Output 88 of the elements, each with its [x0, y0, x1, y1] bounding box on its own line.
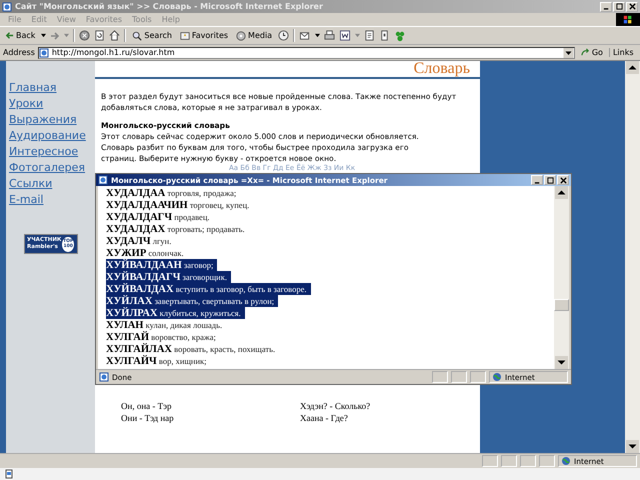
close-button[interactable] [557, 175, 569, 185]
status-pane [520, 455, 536, 467]
search-icon [132, 30, 142, 40]
dictionary-entry: ХУЙВАЛДАХ вступить в заговор, быть в заговоре. [106, 283, 311, 295]
menu-item[interactable]: Help [156, 15, 185, 24]
favorites-button[interactable]: Favorites [178, 30, 230, 40]
phrase: Хэдэн? - Сколько? [300, 400, 370, 412]
sidebar-link[interactable]: Ссылки [9, 177, 95, 191]
menu-item[interactable]: Edit [26, 15, 52, 24]
page-icon [38, 48, 49, 58]
sidebar-link[interactable]: Аудирование [9, 129, 95, 143]
globe-icon [492, 372, 502, 382]
maximize-icon [616, 3, 622, 10]
disc-icon [236, 30, 246, 40]
scroll-down-icon[interactable] [625, 440, 640, 453]
dictionary-entry: ХУЙВАЛДАГЧ заговорщик. [106, 271, 231, 283]
window-title: Сайт "Монгольский язык" >> Словарь - Microsoft Internet Explorer [15, 2, 324, 11]
mail-icon[interactable] [299, 30, 312, 41]
go-arrow-icon [580, 48, 590, 57]
address-field[interactable]: http://mongol.h1.ru/slovar.htm [38, 46, 575, 58]
address-text: http://mongol.h1.ru/slovar.htm [52, 48, 176, 57]
print-icon[interactable] [324, 30, 336, 41]
edit-icon[interactable] [339, 30, 352, 41]
dictionary-entry: ХУДАЛДАГЧ продавец. [106, 211, 210, 223]
sidebar-link[interactable]: Главная [9, 81, 95, 95]
sidebar-link[interactable]: Уроки [9, 97, 95, 111]
links-button[interactable]: Links [608, 48, 637, 57]
sidebar-link[interactable]: Фотогалерея [9, 161, 95, 175]
browser-icon [2, 2, 12, 12]
scrollbar[interactable] [554, 186, 569, 369]
stop-icon[interactable] [79, 30, 90, 41]
dictionary-entry: ХУЛГАЙЧ вор, хищник; [106, 355, 208, 367]
maximize-button[interactable] [544, 175, 556, 185]
sidebar-link[interactable]: Интересное [9, 145, 95, 159]
status-pane [539, 455, 555, 467]
go-button[interactable]: Go [578, 48, 606, 57]
dictionary-entry: ХУЙЛАХ завертывать, свертывать в рулон; [106, 295, 278, 307]
dropdown-arrow-icon[interactable] [315, 33, 320, 38]
dictionary-entry: ХУДАЛДАА торговля, продажа; [106, 187, 238, 199]
history-icon[interactable] [278, 30, 290, 41]
dropdown-arrow-icon[interactable] [41, 33, 46, 38]
page-icon [99, 372, 109, 382]
windows-logo-icon [616, 13, 640, 26]
sidebar-link[interactable]: E-mail [9, 193, 95, 207]
address-label: Address [3, 48, 35, 57]
sidebar-link[interactable]: Выражения [9, 113, 95, 127]
dictionary-entry: ХУДАЛДАХ торговать; продавать. [106, 223, 246, 235]
menu-item[interactable]: File [3, 15, 26, 24]
status-pane [451, 371, 467, 383]
menu-item[interactable]: View [52, 15, 81, 24]
dictionary-entry: ХУЙЛРАХ клубиться, кружиться. [106, 307, 245, 319]
dictionary-entry: ХУЙВАЛДААН заговор; [106, 259, 218, 271]
dictionary-entry: ХУЛАН кулан, дикая лошадь. [106, 319, 224, 331]
dictionary-entry: ХУДАЛДААЧИН торговец, купец. [106, 199, 250, 211]
status-pane [482, 455, 498, 467]
page-heading: Словарь [414, 61, 470, 77]
scroll-down-icon[interactable] [554, 356, 569, 369]
globe-icon [561, 456, 571, 466]
menu-item[interactable]: Favorites [80, 15, 128, 24]
minimize-button[interactable] [600, 2, 612, 12]
scroll-thumb[interactable] [554, 299, 569, 311]
close-button[interactable] [626, 2, 638, 12]
page-icon[interactable] [4, 469, 14, 479]
minimize-button[interactable] [531, 175, 543, 185]
phrase: Он, она - Тэр [121, 400, 172, 412]
maximize-button[interactable] [613, 2, 625, 12]
search-button[interactable]: Search [130, 30, 174, 40]
discuss-icon[interactable] [364, 30, 376, 41]
home-icon[interactable] [109, 30, 120, 41]
status-pane [470, 371, 486, 383]
close-icon [628, 3, 636, 10]
dictionary-entry: ХУДАЛЧ лгун. [106, 235, 172, 247]
scrollbar[interactable] [625, 61, 640, 453]
document-icon[interactable] [379, 30, 390, 41]
status-pane [432, 371, 448, 383]
phrase: Хаана - Где? [300, 412, 348, 424]
menu-item[interactable]: Tools [127, 15, 157, 24]
dictionary-entry: ХУЛГАЙЛАХ воровать, красть, похищать. [106, 343, 276, 355]
scroll-up-icon[interactable] [625, 61, 640, 74]
back-arrow-icon [5, 31, 14, 40]
scroll-up-icon[interactable] [554, 186, 569, 199]
dictionary-entry: ХУЛГАЙ воровство, кража; [106, 331, 217, 343]
dictionary-entry: ХУЖИР солончак. [106, 247, 185, 259]
media-button[interactable]: Media [234, 30, 274, 40]
status-pane [501, 455, 517, 467]
phrase: Они - Тэд нар [121, 412, 175, 424]
refresh-icon[interactable] [94, 30, 106, 41]
back-button[interactable]: Back [3, 31, 38, 40]
